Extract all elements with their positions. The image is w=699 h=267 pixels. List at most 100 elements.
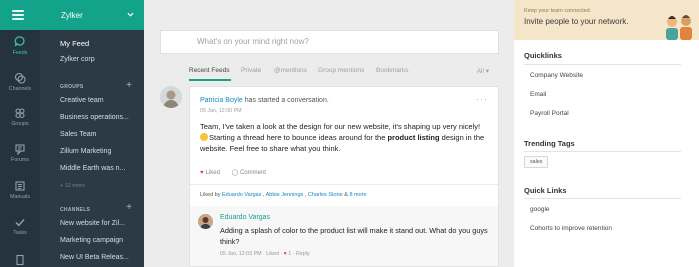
banner-subtitle: Keep your team connected. [524, 8, 592, 14]
channels-header: CHANNELS [60, 207, 91, 213]
post-author-avatar[interactable] [160, 86, 182, 108]
org-feed-link[interactable]: Zylker corp [60, 56, 95, 63]
invite-banner[interactable]: Keep your team connected. Invite people … [514, 0, 699, 40]
quicklinks-title: Quicklinks [524, 51, 562, 60]
nav-item-more[interactable] [0, 254, 40, 266]
quick-link-item[interactable]: google [530, 206, 550, 213]
channel-item[interactable]: Marketing campaign [60, 237, 123, 244]
tab-mentions[interactable]: @mentions [274, 67, 307, 74]
my-feed-link[interactable]: My Feed [60, 39, 89, 48]
post-actions: ♥ Liked ◯ Comment [200, 169, 266, 176]
post-header: Patricia Boyle has started a conversatio… [200, 97, 329, 104]
section-divider [524, 64, 681, 65]
comment-button[interactable]: ◯ Comment [232, 170, 266, 176]
comment-label: Comment [239, 170, 266, 176]
like-button[interactable]: ♥ Liked [200, 170, 220, 176]
feeds-icon [14, 36, 25, 47]
tab-group-mentions[interactable]: Group mentions [318, 67, 364, 74]
post-body-line2-pre: Starting a thread here to bounce ideas a… [209, 133, 388, 143]
nav-item-forums[interactable]: Forums [0, 143, 40, 163]
post-timestamp: 05 Jan, 12:00 PM [200, 108, 242, 114]
groups-icon [15, 108, 25, 119]
liked-by-user[interactable]: Abbie Jennings [266, 192, 304, 198]
nav-label-channels: Channels [8, 86, 32, 92]
quicklink-item[interactable]: Email [530, 91, 546, 98]
group-item[interactable]: Business operations... [60, 114, 129, 121]
quicklink-item[interactable]: Company Website [530, 72, 583, 79]
quick-links-title: Quick Links [524, 186, 567, 195]
section-divider [524, 198, 681, 199]
like-label: Liked [205, 170, 220, 176]
tab-recent-feeds[interactable]: Recent Feeds [189, 67, 229, 74]
banner-title: Invite people to your network. [524, 17, 629, 26]
add-channel-button[interactable]: + [126, 203, 132, 213]
quick-link-item[interactable]: Cohorts to improve retention [530, 225, 612, 232]
channel-item[interactable]: New UI Beta Releas... [60, 254, 129, 261]
group-panel: Zylker My Feed Zylker corp GROUPS + Crea… [40, 0, 144, 267]
left-nav: Feeds Channels Groups Forums Manuals Tas… [0, 0, 40, 267]
post-divider [190, 184, 498, 185]
liked-by-user[interactable]: Charles Stone [308, 192, 343, 198]
nav-label-tasks: Tasks [13, 230, 27, 236]
liked-by-user[interactable]: Eduardo Vargas [222, 192, 261, 198]
liked-by-more-link[interactable]: 8 more [349, 192, 366, 198]
org-name: Zylker [61, 11, 83, 20]
active-tab-indicator [189, 79, 231, 81]
liked-by-prefix: Liked by [200, 192, 223, 198]
post-action-text: has started a conversation. [242, 97, 329, 104]
groups-more-link[interactable]: + 12 more [60, 183, 85, 189]
nav-item-manuals[interactable]: Manuals [0, 180, 40, 200]
app-window: Feeds Channels Groups Forums Manuals Tas… [0, 0, 699, 267]
nav-header [0, 0, 40, 30]
compose-placeholder: What's on your mind right now? [197, 37, 309, 46]
feed-area: What's on your mind right now? Recent Fe… [144, 0, 514, 267]
menu-icon[interactable] [12, 10, 24, 20]
nav-item-feeds[interactable]: Feeds [0, 36, 40, 56]
post-author-link[interactable]: Patricia Boyle [200, 97, 243, 104]
post-more-options-button[interactable]: ··· [476, 94, 488, 104]
right-sidebar: Keep your team connected. Invite people … [514, 0, 699, 267]
reply-button[interactable]: Reply [296, 251, 310, 257]
group-item[interactable]: Creative team [60, 97, 104, 104]
nav-item-tasks[interactable]: Tasks [0, 216, 40, 236]
reply-like-count: 1 [288, 251, 292, 257]
add-group-button[interactable]: + [126, 81, 132, 91]
group-item[interactable]: Sales Team [60, 131, 96, 138]
channel-item[interactable]: New website for Zil... [60, 220, 125, 227]
org-header[interactable]: Zylker [40, 0, 144, 30]
nav-label-feeds: Feeds [12, 50, 28, 56]
section-divider [524, 151, 681, 152]
comment-thread: Eduardo Vargas Adding a splash of color … [190, 206, 498, 266]
post-body-line1: Team, I've taken a look at the design fo… [200, 122, 481, 131]
reply-text: Adding a splash of color to the product … [220, 226, 488, 246]
team-illustration-icon [666, 15, 692, 40]
nav-label-manuals: Manuals [9, 194, 31, 200]
nav-item-groups[interactable]: Groups [0, 107, 40, 127]
heart-icon: ♥ [283, 251, 287, 257]
smile-emoji-icon [200, 133, 208, 142]
reply-author-avatar[interactable] [198, 214, 213, 229]
trending-tags-title: Trending Tags [524, 139, 575, 148]
document-icon [16, 254, 24, 266]
nav-label-forums: Forums [11, 157, 29, 163]
tab-private[interactable]: Private [241, 67, 261, 74]
reply-like-button[interactable]: Liked [266, 251, 279, 257]
nav-item-channels[interactable]: Channels [0, 72, 40, 92]
nav-label-groups: Groups [11, 121, 29, 127]
reply-meta: 05 Jan, 12:03 PM · Liked · ♥ 1 · Reply [220, 251, 310, 257]
post-body-bold: product listing [387, 133, 440, 143]
group-item[interactable]: Middle Earth was n... [60, 165, 125, 172]
quicklink-item[interactable]: Payroll Portal [530, 110, 569, 117]
feed-tabs: Recent Feeds Private @mentions Group men… [189, 67, 499, 81]
group-item[interactable]: Zillum Marketing [60, 148, 111, 155]
post-body: Team, I've taken a look at the design fo… [200, 121, 490, 155]
reply-author-link[interactable]: Eduardo Vargas [220, 214, 270, 221]
status-compose-box[interactable]: What's on your mind right now? [160, 30, 499, 54]
feed-filter-dropdown[interactable]: All ▾ [477, 67, 489, 75]
groups-header: GROUPS [60, 84, 84, 90]
manuals-icon [15, 181, 25, 191]
chevron-down-icon[interactable] [127, 11, 134, 18]
reply-timestamp: 05 Jan, 12:03 PM [220, 251, 262, 257]
tab-bookmarks[interactable]: Bookmarks [376, 67, 409, 74]
trending-tag[interactable]: sales [524, 156, 549, 168]
